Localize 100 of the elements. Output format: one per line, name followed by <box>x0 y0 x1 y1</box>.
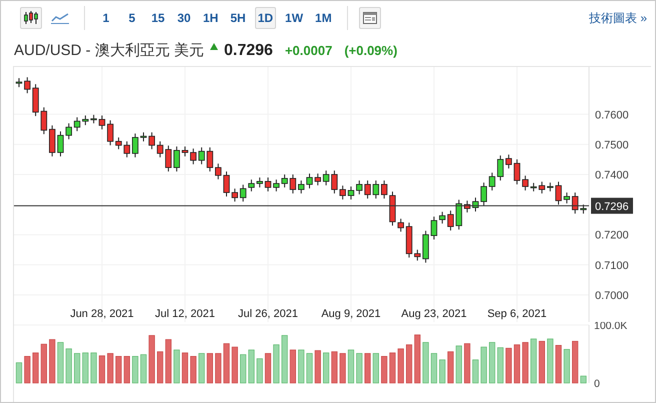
percent-change: (+0.09%) <box>344 43 398 58</box>
candlestick <box>322 170 330 186</box>
interval-button[interactable]: 30 <box>174 7 194 29</box>
line-chart-icon <box>51 12 69 24</box>
volume-bar <box>124 356 130 384</box>
volume-bar <box>174 350 180 384</box>
volume-bar <box>506 348 512 384</box>
volume-bar <box>372 353 379 384</box>
volume-bar <box>572 340 578 384</box>
interval-button[interactable]: 1M <box>312 7 335 29</box>
candlestick <box>422 230 429 264</box>
volume-bar <box>190 356 196 384</box>
candlestick <box>389 191 396 226</box>
candlestick <box>57 130 64 157</box>
candlestick <box>414 249 421 262</box>
technical-chart-link[interactable]: 技術圖表 » <box>588 10 647 26</box>
candlestick <box>232 188 238 202</box>
volume-bar <box>298 350 304 384</box>
candlestick <box>148 132 155 150</box>
candlestick <box>248 179 255 192</box>
ref-line-label: 0.7296 <box>595 200 629 213</box>
volume-bar <box>256 358 263 384</box>
candlestick <box>340 185 346 200</box>
interval-button[interactable]: 5H <box>227 7 249 29</box>
interval-button[interactable]: 1 <box>96 7 116 29</box>
candlestick <box>24 76 30 94</box>
volume-axis-label: 0 <box>594 378 600 388</box>
volume-bar <box>57 342 64 384</box>
volume-bar <box>472 360 479 384</box>
candlestick <box>356 180 362 195</box>
interval-button[interactable]: 1H <box>200 7 222 29</box>
interval-button[interactable]: 1D <box>254 7 276 29</box>
volume-bar <box>140 354 147 384</box>
candlestick-button[interactable] <box>20 7 42 29</box>
volume-bar <box>464 343 470 384</box>
candlestick <box>298 180 304 194</box>
candlestick <box>198 146 205 165</box>
volume-bar <box>514 344 520 384</box>
volume-bar <box>430 353 438 384</box>
volume-bar <box>406 344 412 384</box>
price-axis-label: 0.7000 <box>595 290 629 302</box>
candlestick <box>182 146 188 157</box>
candlestick <box>472 197 479 212</box>
volume-bar <box>49 339 56 384</box>
volume-bar <box>381 356 388 384</box>
volume-bar <box>232 346 238 384</box>
candlestick <box>115 136 122 150</box>
window-icon <box>362 12 377 24</box>
candlestick <box>223 170 230 197</box>
date-axis-label: Jul 12, 2021 <box>155 308 215 320</box>
volume-bar <box>331 351 338 384</box>
candlestick <box>572 192 578 214</box>
candlestick <box>480 182 487 206</box>
date-axis-label: Aug 23, 2021 <box>401 308 467 320</box>
volume-bar <box>215 353 222 384</box>
candlestick <box>98 114 106 130</box>
volume-bar <box>282 335 288 384</box>
candlestick <box>464 200 470 213</box>
candlestick <box>398 218 404 232</box>
volume-bar <box>98 355 106 384</box>
volume-bar <box>306 353 313 384</box>
volume-bar <box>16 362 22 384</box>
volume-bar <box>223 343 230 384</box>
volume-bar <box>348 350 354 384</box>
volume-bar <box>240 354 246 384</box>
price-axis-label: 0.7400 <box>595 169 629 182</box>
candlestick <box>372 180 380 200</box>
window-button[interactable] <box>358 7 381 29</box>
candlestick <box>430 216 438 240</box>
volume-bar <box>340 353 346 384</box>
volume-bar <box>414 334 420 384</box>
candlestick <box>206 146 214 172</box>
date-axis-label: Sep 6, 2021 <box>487 308 547 320</box>
volume-bar <box>448 351 454 384</box>
interval-button[interactable]: 5 <box>122 7 142 29</box>
volume-bar <box>314 350 321 384</box>
interval-button[interactable]: 15 <box>148 7 168 29</box>
candlestick <box>66 122 72 140</box>
price-change: +0.0007 <box>284 43 332 58</box>
candlestick <box>190 148 196 165</box>
candlestick <box>364 180 371 200</box>
volume-bar <box>480 346 487 384</box>
date-axis-label: Jul 26, 2021 <box>238 308 298 320</box>
interval-button[interactable]: 1W <box>282 7 306 29</box>
volume-bar <box>40 344 47 384</box>
volume-bar <box>538 340 545 384</box>
candlestick <box>240 184 246 202</box>
candlestick-icon <box>23 11 39 25</box>
candlestick <box>165 145 172 172</box>
candlestick <box>90 114 97 124</box>
candlestick <box>306 173 313 189</box>
volume-bar <box>157 351 164 384</box>
price-axis-label: 0.7200 <box>595 230 629 242</box>
volume-bar <box>364 353 371 384</box>
candlestick <box>40 106 48 135</box>
candlestick <box>174 146 180 172</box>
candlestick <box>456 199 462 230</box>
volume-bar <box>530 338 537 384</box>
volume-bar <box>32 352 39 384</box>
volume-bar <box>24 356 30 384</box>
